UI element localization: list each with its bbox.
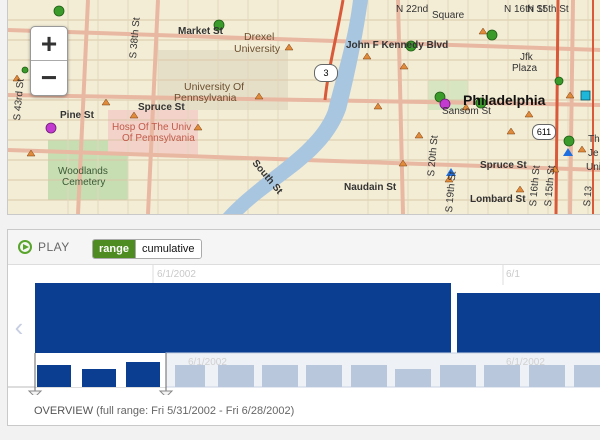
map-label-spruce-st-east: Spruce St	[480, 160, 527, 171]
overview-caption: OVERVIEW (full range: Fri 5/31/2002 - Fr…	[34, 405, 294, 417]
mode-toggle: range cumulative	[92, 239, 202, 259]
overview-label: OVERVIEW	[34, 405, 94, 417]
map-label-woodlands: Woodlands	[58, 166, 108, 177]
detail-bar-2[interactable]	[457, 293, 600, 353]
range-mode-button[interactable]: range	[93, 240, 135, 258]
play-label: PLAY	[38, 240, 70, 254]
map-label-je: Je	[588, 148, 599, 159]
map-label-pine-st: Pine St	[60, 110, 94, 121]
map-label-hosp-1: Hosp Of The Univ	[112, 122, 192, 133]
map-label-drexel-university: University	[234, 43, 281, 55]
range-handle-left[interactable]	[27, 390, 43, 395]
range-handle-right[interactable]	[158, 390, 174, 395]
map-label-n-22nd: N 22nd	[396, 4, 429, 15]
timeline-panel: PLAY range cumulative ‹ 6/1/2002 6/1 6/1…	[7, 229, 600, 426]
map-label-lombard-st: Lombard St	[470, 194, 526, 205]
map-panel[interactable]: Philadelphia Market St Drexel University…	[7, 0, 600, 215]
map-label-n-15th: N 15th St	[527, 4, 569, 15]
map-label-uni: Uni	[586, 162, 600, 173]
route-badge-3: 3	[314, 64, 338, 82]
overview-date-1: 6/1/2002	[188, 357, 227, 368]
overview-range-text: (full range: Fri 5/31/2002 - Fri 6/28/20…	[96, 405, 295, 417]
route-badge-611: 611	[532, 124, 556, 140]
cumulative-mode-button[interactable]: cumulative	[134, 240, 201, 258]
play-button[interactable]: PLAY	[18, 240, 70, 254]
map-label-market-st: Market St	[178, 26, 224, 37]
overview-date-2: 6/1/2002	[506, 357, 545, 368]
timeline-chart[interactable]: 6/1/2002 6/1/2002	[8, 265, 600, 395]
map-label-square: Square	[432, 10, 465, 21]
map-label-drexel: Drexel	[244, 31, 275, 43]
map-label-the: The	[588, 134, 600, 145]
play-icon	[18, 240, 32, 254]
zoom-in-button[interactable]: +	[31, 27, 67, 61]
map-label-naudain-st: Naudain St	[344, 182, 397, 193]
zoom-control: + −	[30, 26, 68, 96]
map-label-sansom-st: Sansom St	[442, 106, 491, 117]
map-label-spruce-st: Spruce St	[138, 102, 185, 113]
detail-bar-1[interactable]	[35, 283, 451, 353]
map-label-jfk-blvd: John F Kennedy Blvd	[346, 40, 449, 51]
map-label-plaza: Plaza	[512, 63, 538, 74]
timeline-toolbar: PLAY range cumulative	[8, 230, 600, 265]
timeline-body[interactable]: ‹ 6/1/2002 6/1 6/1/2002 6/1/2002 OVERVIE…	[8, 265, 600, 425]
map-label-hosp-2: Of Pennsylvania	[122, 133, 195, 144]
zoom-out-button[interactable]: −	[31, 61, 67, 94]
map-label-cemetery: Cemetery	[62, 177, 106, 188]
map-label-jfk: Jfk	[520, 52, 533, 63]
map-label-s-13: S 13	[582, 185, 595, 207]
